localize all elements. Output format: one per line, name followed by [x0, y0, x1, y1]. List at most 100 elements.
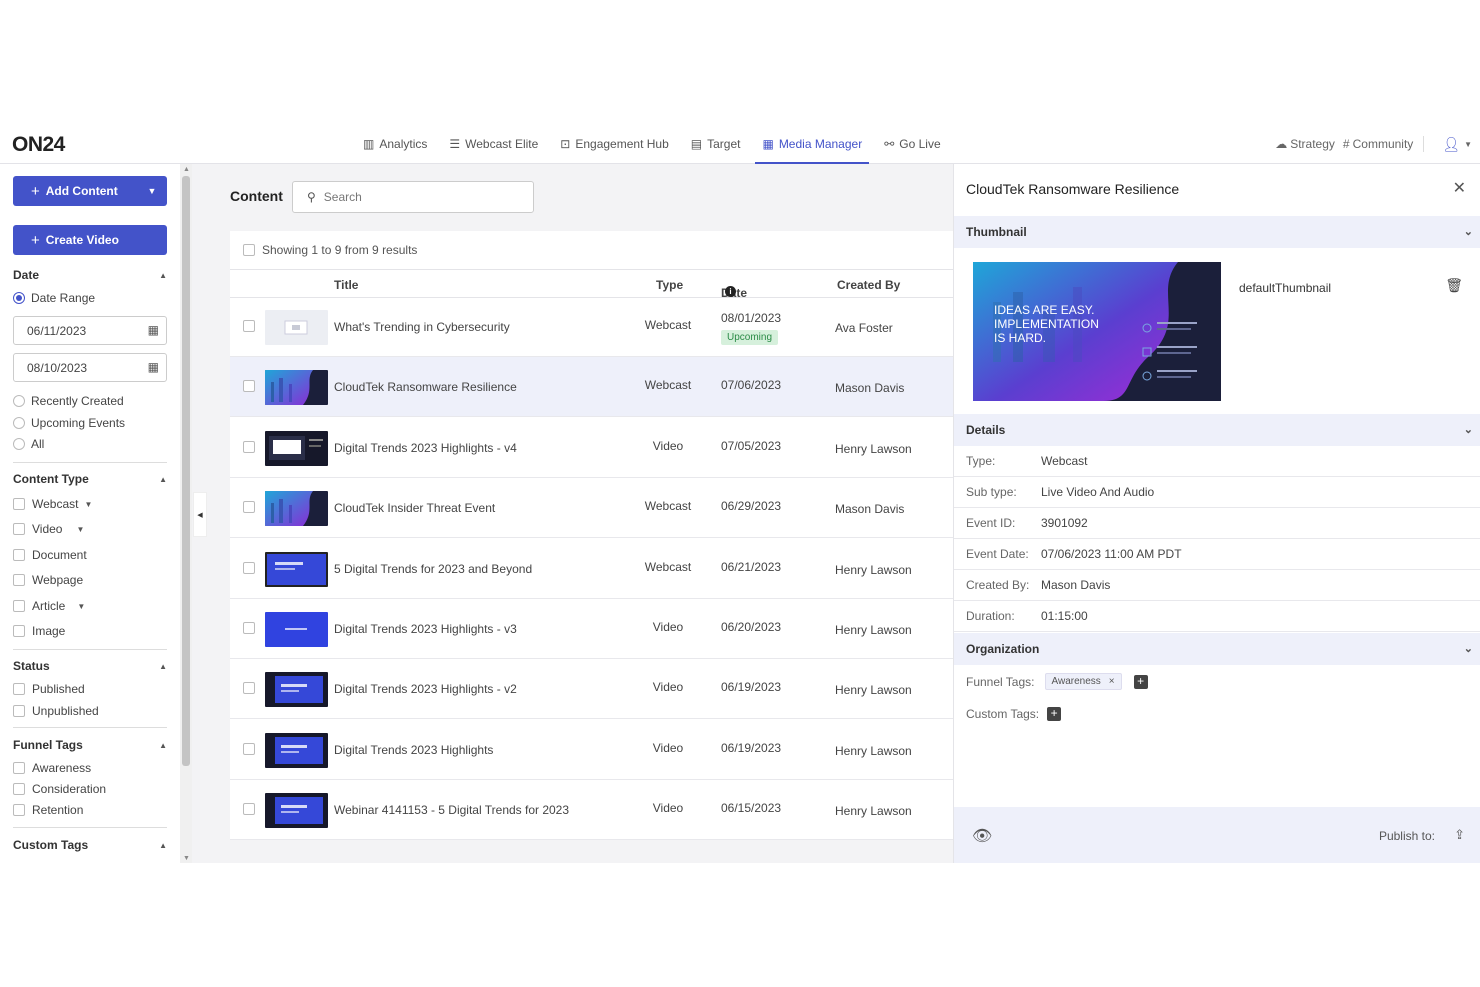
row-checkbox[interactable]	[243, 501, 255, 514]
user-menu[interactable]: 👤︎ ▼	[1442, 136, 1472, 153]
search-input[interactable]: ⚲ Search	[292, 181, 534, 213]
date-section-header[interactable]: Date ▲	[13, 268, 167, 282]
checkbox[interactable]	[13, 498, 25, 510]
radio[interactable]	[13, 395, 25, 407]
strategy-link[interactable]: ☁ Strategy	[1275, 137, 1335, 151]
nav-item-webcast-elite[interactable]: ☰ Webcast Elite	[438, 124, 549, 164]
nav-item-analytics[interactable]: ▥ Analytics	[352, 124, 438, 164]
funnel-tags-section-header[interactable]: Funnel Tags ▲	[13, 738, 167, 752]
checkbox[interactable]	[13, 705, 25, 717]
article-checkbox[interactable]: Article ▼	[13, 599, 85, 613]
radio-selected[interactable]	[13, 292, 25, 304]
column-type[interactable]: Type	[656, 278, 683, 292]
row-title[interactable]: CloudTek Insider Threat Event	[334, 501, 495, 515]
row-title[interactable]: 5 Digital Trends for 2023 and Beyond	[334, 562, 532, 576]
row-checkbox[interactable]	[243, 803, 255, 816]
community-link[interactable]: # Community	[1343, 137, 1413, 151]
details-section-header[interactable]: Details ⌄	[954, 414, 1480, 446]
row-title[interactable]: CloudTek Ransomware Resilience	[334, 380, 517, 394]
awareness-checkbox[interactable]: Awareness	[13, 761, 91, 775]
unpublished-checkbox[interactable]: Unpublished	[13, 704, 99, 718]
radio[interactable]	[13, 438, 25, 450]
add-content-button[interactable]: + Add Content ▼	[13, 176, 167, 206]
table-row[interactable]: Digital Trends 2023 Highlights Video 06/19…	[230, 720, 953, 780]
row-title[interactable]: Digital Trends 2023 Highlights - v2	[334, 682, 517, 696]
consideration-checkbox[interactable]: Consideration	[13, 782, 106, 796]
nav-item-target[interactable]: ▤ Target	[680, 124, 752, 164]
upcoming-events-radio[interactable]: Upcoming Events	[13, 416, 125, 430]
table-row[interactable]: What's Trending in Cybersecurity Webcast 0…	[230, 297, 953, 357]
row-title[interactable]: Digital Trends 2023 Highlights	[334, 743, 493, 757]
checkbox[interactable]	[13, 804, 25, 816]
table-row[interactable]: CloudTek Ransomware Resilience Webcast 07/…	[230, 357, 953, 418]
all-radio[interactable]: All	[13, 437, 44, 451]
row-checkbox[interactable]	[243, 561, 255, 574]
column-title[interactable]: Title	[334, 278, 358, 292]
document-checkbox[interactable]: Document	[13, 548, 87, 562]
trash-icon[interactable]: 🗑︎	[1445, 277, 1463, 294]
webpage-checkbox[interactable]: Webpage	[13, 573, 83, 587]
collapse-sidebar-button[interactable]: ◀	[193, 492, 207, 537]
checkbox[interactable]	[13, 683, 25, 695]
nav-item-media-manager[interactable]: ▦ Media Manager	[751, 124, 873, 164]
date-to-field[interactable]: 08/10/2023 ▦	[13, 353, 167, 382]
checkbox[interactable]	[13, 523, 25, 535]
on24-logo[interactable]: ON24	[12, 133, 65, 157]
organization-section-header[interactable]: Organization ⌄	[954, 633, 1480, 665]
remove-tag-icon[interactable]: ×	[1109, 676, 1115, 687]
row-title[interactable]: Digital Trends 2023 Highlights - v3	[334, 622, 517, 636]
publish-icon[interactable]: ⇪	[1454, 827, 1465, 843]
row-title[interactable]: Webinar 4141153 - 5 Digital Trends for 2…	[334, 803, 569, 817]
table-row[interactable]: Webinar 4141153 - 5 Digital Trends for 2…	[230, 780, 953, 841]
image-checkbox[interactable]: Image	[13, 624, 65, 638]
checkbox[interactable]	[13, 574, 25, 586]
chevron-down-icon[interactable]: ▼	[77, 602, 85, 611]
nav-item-go-live[interactable]: ⚯ Go Live	[873, 124, 951, 164]
checkbox[interactable]	[13, 600, 25, 612]
date-range-radio[interactable]: Date Range	[13, 291, 95, 305]
published-checkbox[interactable]: Published	[13, 682, 85, 696]
add-funnel-tag-button[interactable]: +	[1133, 674, 1148, 689]
info-icon[interactable]: i	[725, 286, 736, 297]
row-title[interactable]: What's Trending in Cybersecurity	[334, 320, 510, 334]
calendar-icon[interactable]: ▦	[148, 323, 159, 337]
select-all-checkbox[interactable]	[243, 244, 255, 256]
chevron-down-icon[interactable]: ▼	[137, 176, 167, 206]
checkbox[interactable]	[13, 783, 25, 795]
chevron-down-icon[interactable]: ▼	[76, 525, 84, 534]
recently-created-radio[interactable]: Recently Created	[13, 394, 124, 408]
checkbox[interactable]	[13, 762, 25, 774]
table-row[interactable]: CloudTek Insider Threat Event Webcast 06/2…	[230, 478, 953, 539]
table-row[interactable]: Digital Trends 2023 Highlights - v3 Video…	[230, 599, 953, 659]
row-checkbox[interactable]	[243, 440, 255, 453]
row-checkbox[interactable]	[243, 622, 255, 634]
chevron-down-icon[interactable]: ▼	[84, 500, 92, 509]
add-custom-tag-button[interactable]: +	[1047, 707, 1062, 721]
row-checkbox[interactable]	[243, 380, 255, 393]
scroll-down-arrow-icon[interactable]: ▼	[183, 855, 190, 862]
checkbox[interactable]	[13, 549, 25, 561]
preview-eye-icon[interactable]: 👁︎	[972, 826, 992, 846]
content-type-section-header[interactable]: Content Type ▲	[13, 472, 167, 486]
custom-tags-section-header[interactable]: Custom Tags ▲	[13, 838, 167, 852]
radio[interactable]	[13, 417, 25, 429]
nav-item-engagement-hub[interactable]: ⊡ Engagement Hub	[549, 124, 679, 164]
row-checkbox[interactable]	[243, 320, 255, 332]
sidebar-scrollbar[interactable]: ▲ ▼	[180, 164, 192, 863]
calendar-icon[interactable]: ▦	[148, 360, 159, 374]
scroll-up-arrow-icon[interactable]: ▲	[183, 166, 190, 173]
video-checkbox[interactable]: Video ▼	[13, 522, 84, 536]
table-row[interactable]: 5 Digital Trends for 2023 and Beyond Webc…	[230, 539, 953, 599]
row-title[interactable]: Digital Trends 2023 Highlights - v4	[334, 441, 517, 455]
scrollbar-thumb[interactable]	[182, 176, 190, 766]
close-icon[interactable]: ✕	[1453, 178, 1466, 198]
status-section-header[interactable]: Status ▲	[13, 659, 167, 673]
table-row[interactable]: Digital Trends 2023 Highlights - v4 Video…	[230, 418, 953, 478]
date-from-field[interactable]: 06/11/2023 ▦	[13, 316, 167, 345]
column-created-by[interactable]: Created By	[837, 278, 900, 292]
retention-checkbox[interactable]: Retention	[13, 803, 83, 817]
row-checkbox[interactable]	[243, 742, 255, 755]
thumbnail-section-header[interactable]: Thumbnail ⌄	[954, 216, 1480, 248]
webcast-checkbox[interactable]: Webcast ▼	[13, 497, 92, 511]
table-row[interactable]: Digital Trends 2023 Highlights - v2 Video…	[230, 659, 953, 720]
